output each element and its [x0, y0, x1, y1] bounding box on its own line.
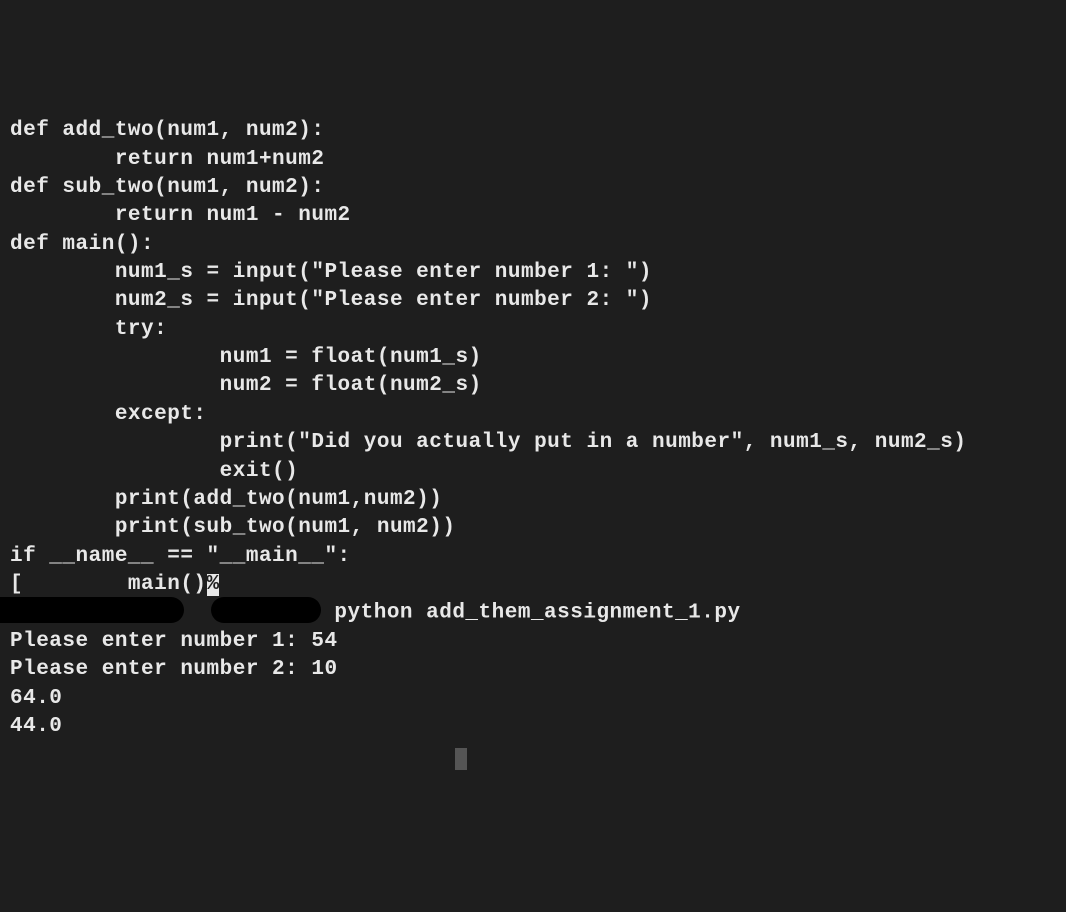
code-line-last: [ main()%: [10, 571, 1056, 599]
code-line: print("Did you actually put in a number"…: [10, 429, 1056, 457]
code-line: def main():: [10, 231, 1056, 259]
code-line: def sub_two(num1, num2):: [10, 174, 1056, 202]
code-line: print(sub_two(num1, num2)): [10, 514, 1056, 542]
code-line: except:: [10, 401, 1056, 429]
code-line: def add_two(num1, num2):: [10, 117, 1056, 145]
code-line: return num1+num2: [10, 146, 1056, 174]
code-line: num2_s = input("Please enter number 2: "…: [10, 287, 1056, 315]
output-line: 44.0: [10, 713, 1056, 741]
code-line: num2 = float(num2_s): [10, 372, 1056, 400]
cursor-icon: [455, 748, 467, 770]
shell-prompt-line: python add_them_assignment_1.py: [10, 599, 1056, 628]
code-line: return num1 - num2: [10, 202, 1056, 230]
terminal-viewport[interactable]: def add_two(num1, num2): return num1+num…: [10, 117, 1056, 769]
code-line: try:: [10, 316, 1056, 344]
output-line: Please enter number 1: 54: [10, 628, 1056, 656]
code-text: main(): [23, 573, 206, 596]
shell-command: python add_them_assignment_1.py: [321, 602, 740, 625]
code-line: print(add_two(num1,num2)): [10, 486, 1056, 514]
code-line: if __name__ == "__main__":: [10, 543, 1056, 571]
code-line: num1_s = input("Please enter number 1: "…: [10, 259, 1056, 287]
redacted-region: [0, 597, 184, 623]
code-line: exit(): [10, 458, 1056, 486]
redacted-region: [211, 597, 321, 623]
output-line: Please enter number 2: 10: [10, 656, 1056, 684]
cursor-icon: %: [207, 574, 219, 596]
code-bracket: [: [10, 573, 23, 596]
output-line: 64.0: [10, 685, 1056, 713]
code-line: num1 = float(num1_s): [10, 344, 1056, 372]
